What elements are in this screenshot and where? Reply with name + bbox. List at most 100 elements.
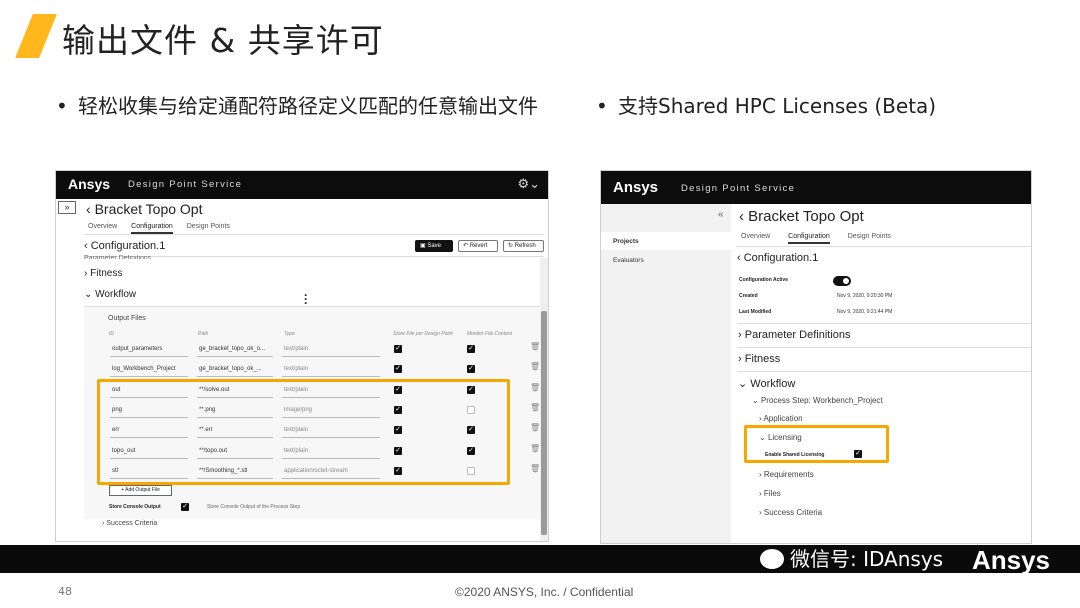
divider bbox=[84, 256, 544, 257]
trash-icon[interactable]: 🗑 bbox=[530, 464, 540, 473]
bullet-output-files: • 轻松收集与给定通配符路径定义匹配的任意输出文件 bbox=[56, 94, 538, 118]
tab-design-points[interactable]: Design Points bbox=[848, 233, 891, 240]
output-file-id[interactable]: output_parameters bbox=[112, 346, 162, 352]
wechat-watermark: 微信号: IDAnsys bbox=[760, 543, 943, 572]
monitor-file-checkbox[interactable]: ✓ bbox=[467, 345, 475, 353]
section-fitness[interactable]: › Fitness bbox=[738, 353, 780, 365]
more-options-icon[interactable]: · · · bbox=[304, 289, 308, 309]
wechat-icon bbox=[760, 549, 784, 569]
section-application[interactable]: › Application bbox=[759, 414, 803, 423]
section-workflow[interactable]: ⌄ Workflow bbox=[738, 377, 795, 390]
expand-sidebar-button[interactable]: » bbox=[58, 201, 76, 214]
created-value: Nov 9, 2020, 9:20:30 PM bbox=[837, 293, 893, 299]
sidebar: « Projects Evaluators bbox=[601, 204, 731, 543]
divider bbox=[737, 347, 1031, 348]
config-title: ‹ Configuration.1 bbox=[737, 252, 819, 264]
type-field-underline bbox=[282, 376, 380, 377]
project-tabs: Overview Configuration Design Points bbox=[741, 233, 907, 244]
wildcard-highlight-box bbox=[97, 379, 510, 485]
id-field-underline bbox=[110, 356, 188, 357]
path-field-underline bbox=[197, 376, 273, 377]
sidebar-item-evaluators[interactable]: Evaluators bbox=[601, 251, 731, 269]
tab-design-points[interactable]: Design Points bbox=[187, 223, 230, 230]
divider bbox=[737, 323, 1031, 324]
trash-icon[interactable]: 🗑 bbox=[530, 342, 540, 351]
store-console-checkbox[interactable]: ✓ bbox=[181, 503, 189, 511]
screenshot-output-files: Ansys Design Point Service ⚙⌄ » ‹ Bracke… bbox=[55, 170, 549, 542]
output-file-type[interactable]: text/plain bbox=[284, 366, 308, 372]
add-output-file-button[interactable]: + Add Output File bbox=[109, 485, 172, 496]
slide-title: 输出文件 & 共享许可 bbox=[62, 21, 384, 60]
ansys-logo: Ansys bbox=[68, 176, 111, 192]
back-icon[interactable]: ‹ bbox=[737, 252, 741, 264]
output-file-id[interactable]: log_Workbench_Project bbox=[112, 366, 176, 372]
app-name: Design Point Service bbox=[128, 179, 243, 190]
footer-ansys-logo: Ansys bbox=[971, 545, 1050, 575]
divider bbox=[737, 371, 1031, 372]
back-icon[interactable]: ‹ bbox=[739, 208, 744, 225]
trash-icon[interactable]: 🗑 bbox=[530, 383, 540, 392]
save-button[interactable]: ▣ Save bbox=[415, 240, 453, 252]
project-title: ‹ Bracket Topo Opt bbox=[739, 208, 864, 225]
parameter-definitions-partial: Parameter Definitions bbox=[84, 255, 152, 259]
output-file-path[interactable]: ge_bracket_topo_ok_o... bbox=[199, 346, 265, 352]
path-field-underline bbox=[197, 356, 273, 357]
config-title: ‹ Configuration.1 bbox=[84, 240, 166, 252]
output-files-label: Output Files bbox=[108, 315, 146, 322]
col-monitor: Monitor File Content bbox=[467, 331, 513, 337]
bullet-shared-licenses: • 支持Shared HPC Licenses (Beta) bbox=[596, 94, 937, 118]
back-icon[interactable]: ‹ bbox=[84, 240, 88, 252]
section-requirements[interactable]: › Requirements bbox=[759, 470, 814, 479]
config-active-toggle[interactable] bbox=[833, 276, 851, 286]
app-name: Design Point Service bbox=[681, 183, 796, 194]
id-field-underline bbox=[110, 376, 188, 377]
trash-icon[interactable]: 🗑 bbox=[530, 403, 540, 412]
app-header: Ansys Design Point Service ⚙⌄ bbox=[56, 171, 548, 199]
created-label: Created bbox=[739, 293, 758, 299]
ansys-logo: Ansys bbox=[613, 179, 659, 196]
col-path: Path bbox=[198, 331, 209, 337]
back-icon[interactable]: ‹ bbox=[86, 201, 91, 217]
trash-icon[interactable]: 🗑 bbox=[530, 423, 540, 432]
page-number: 48 bbox=[58, 585, 72, 598]
collapse-sidebar-icon[interactable]: « bbox=[718, 209, 724, 220]
store-file-checkbox[interactable]: ✓ bbox=[394, 365, 402, 373]
tab-overview[interactable]: Overview bbox=[88, 223, 117, 230]
section-success-criteria[interactable]: › Success Criteria bbox=[102, 520, 157, 527]
tab-configuration[interactable]: Configuration bbox=[131, 223, 173, 234]
output-file-type[interactable]: text/plain bbox=[284, 346, 308, 352]
section-parameter-definitions[interactable]: › Parameter Definitions bbox=[738, 329, 851, 341]
trash-icon[interactable]: 🗑 bbox=[530, 444, 540, 453]
refresh-button[interactable]: ↻ Refresh bbox=[503, 240, 544, 252]
app-header: Ansys Design Point Service bbox=[601, 171, 1031, 204]
screenshot-shared-licensing: Ansys Design Point Service « Projects Ev… bbox=[600, 170, 1032, 544]
process-step[interactable]: ⌄ Process Step: Workbench_Project bbox=[752, 396, 883, 405]
trash-icon[interactable]: 🗑 bbox=[530, 362, 540, 371]
project-title: ‹ Bracket Topo Opt bbox=[86, 201, 203, 217]
slide: 输出文件 & 共享许可 • 轻松收集与给定通配符路径定义匹配的任意输出文件 • 支持… bbox=[0, 0, 1080, 608]
tab-overview[interactable]: Overview bbox=[741, 233, 770, 240]
section-files[interactable]: › Files bbox=[759, 489, 781, 498]
store-console-label: Store Console Output bbox=[109, 504, 161, 510]
scrollbar-thumb[interactable] bbox=[541, 311, 547, 535]
gear-icon[interactable]: ⚙⌄ bbox=[517, 176, 540, 192]
section-fitness[interactable]: › Fitness bbox=[84, 268, 122, 279]
project-tabs: Overview Configuration Design Points bbox=[88, 223, 242, 234]
config-active-label: Configuration Active bbox=[739, 277, 788, 283]
type-field-underline bbox=[282, 356, 380, 357]
col-id: ID bbox=[109, 331, 114, 337]
output-file-path[interactable]: ge_bracket_topo_ok_... bbox=[199, 366, 262, 372]
divider bbox=[84, 234, 544, 235]
store-console-desc: Store Console Output of the Process Step bbox=[207, 504, 301, 510]
licensing-highlight-box bbox=[744, 425, 889, 463]
copyright: ©2020 ANSYS, Inc. / Confidential bbox=[455, 585, 634, 599]
section-success-criteria[interactable]: › Success Criteria bbox=[759, 508, 822, 517]
divider bbox=[737, 246, 1031, 247]
title-accent-bar bbox=[15, 14, 57, 58]
sidebar-item-projects[interactable]: Projects bbox=[601, 232, 731, 250]
section-workflow[interactable]: ⌄ Workflow bbox=[84, 289, 136, 300]
monitor-file-checkbox[interactable]: ✓ bbox=[467, 365, 475, 373]
tab-configuration[interactable]: Configuration bbox=[788, 233, 830, 244]
revert-button[interactable]: ↶ Revert bbox=[458, 240, 498, 252]
store-file-checkbox[interactable]: ✓ bbox=[394, 345, 402, 353]
